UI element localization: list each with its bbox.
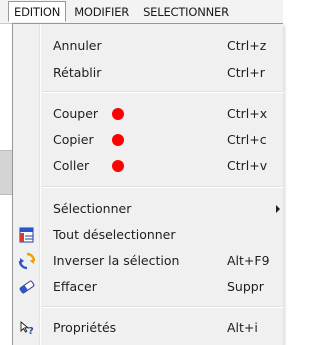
menu-selectionner[interactable]: SELECTIONNER <box>137 1 235 22</box>
menu-item-inverser-selection[interactable]: Inverser la sélection Alt+F9 <box>13 249 284 273</box>
menu-item-label: Effacer <box>53 279 97 294</box>
menu-item-label: Couper <box>53 106 99 121</box>
menu-item-shortcut: Ctrl+r <box>227 65 265 80</box>
menu-item-tout-deselectionner[interactable]: Tout déselectionner <box>13 223 284 247</box>
submenu-arrow-icon <box>276 205 280 213</box>
menu-item-selectionner[interactable]: Sélectionner <box>13 197 284 221</box>
deselect-grid-icon <box>19 227 34 243</box>
menu-modifier[interactable]: MODIFIER <box>68 1 135 22</box>
menu-separator <box>43 306 284 308</box>
menu-item-proprietes[interactable]: ? Propriétés Alt+i <box>13 316 284 340</box>
menu-item-effacer[interactable]: Effacer Suppr <box>13 275 284 299</box>
menu-item-shortcut: Ctrl+z <box>227 38 267 53</box>
menu-item-couper[interactable]: Couper Ctrl+x <box>13 102 284 126</box>
svg-text:?: ? <box>28 326 34 337</box>
menu-item-label: Tout déselectionner <box>53 227 176 242</box>
red-marker-dot <box>112 108 124 120</box>
menu-item-shortcut: Ctrl+x <box>227 106 268 121</box>
menu-item-label: Propriétés <box>53 320 117 335</box>
properties-icon: ? <box>20 321 34 337</box>
menu-item-label: Rétablir <box>53 65 102 80</box>
screen: EDITION MODIFIER SELECTIONNER Annuler Ct… <box>0 0 284 345</box>
menu-bar: EDITION MODIFIER SELECTIONNER <box>0 0 283 24</box>
menu-edition[interactable]: EDITION <box>8 1 67 22</box>
menu-separator <box>43 91 284 93</box>
edition-dropdown-menu: Annuler Ctrl+z Rétablir Ctrl+r Couper Ct… <box>12 23 284 345</box>
menu-separator <box>43 186 284 188</box>
menu-item-label: Copier <box>53 132 94 147</box>
menu-item-shortcut: Alt+i <box>227 320 258 335</box>
red-marker-dot <box>112 134 124 146</box>
menu-item-label: Inverser la sélection <box>53 253 180 268</box>
menu-item-shortcut: Ctrl+v <box>227 158 268 173</box>
red-marker-dot <box>112 160 124 172</box>
menu-item-label: Coller <box>53 158 90 173</box>
menu-item-label: Sélectionner <box>53 201 132 216</box>
menu-item-shortcut: Suppr <box>227 279 264 294</box>
menu-item-coller[interactable]: Coller Ctrl+v <box>13 154 284 178</box>
menu-item-shortcut: Ctrl+c <box>227 132 267 147</box>
eraser-icon <box>19 280 35 294</box>
menu-item-label: Annuler <box>53 38 102 53</box>
menu-item-shortcut: Alt+F9 <box>227 253 270 268</box>
menu-item-retablir[interactable]: Rétablir Ctrl+r <box>13 61 284 85</box>
menu-item-copier[interactable]: Copier Ctrl+c <box>13 128 284 152</box>
invert-selection-icon <box>18 252 36 270</box>
menu-item-annuler[interactable]: Annuler Ctrl+z <box>13 34 284 58</box>
